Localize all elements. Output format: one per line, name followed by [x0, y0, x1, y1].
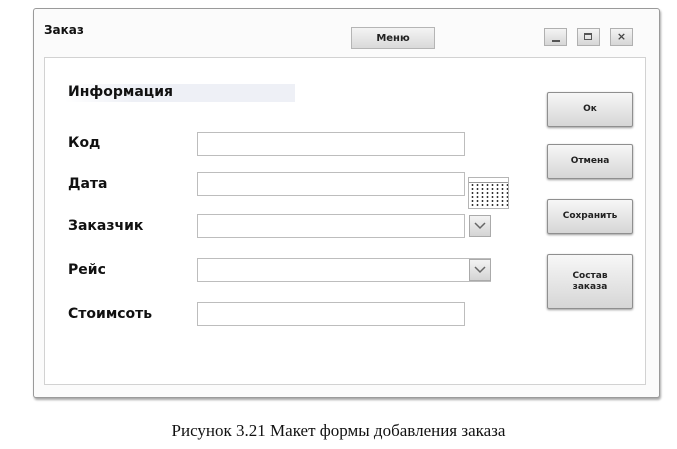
window-title: Заказ [44, 23, 84, 37]
form-panel: Информация Код Дата Заказчик Рейс Стоимс… [44, 57, 646, 385]
code-label: Код [68, 135, 101, 151]
close-button[interactable]: × [610, 28, 633, 46]
title-bar: Заказ Меню × [34, 9, 659, 57]
cancel-button[interactable]: Отмена [547, 144, 633, 179]
date-label: Дата [68, 176, 108, 192]
maximize-button[interactable] [577, 28, 600, 46]
section-title: Информация [68, 84, 173, 100]
cost-field[interactable] [197, 302, 465, 326]
customer-dropdown-button[interactable] [469, 215, 491, 237]
order-contents-button[interactable]: Состав заказа [547, 254, 633, 309]
order-contents-label-2: заказа [572, 281, 608, 292]
minimize-button[interactable] [544, 28, 567, 46]
flight-label: Рейс [68, 262, 106, 278]
code-field[interactable] [197, 132, 465, 156]
chevron-down-icon [474, 222, 486, 230]
ok-button[interactable]: Ок [547, 92, 633, 127]
maximize-icon [584, 33, 592, 40]
close-icon: × [616, 30, 627, 43]
customer-label: Заказчик [68, 218, 144, 234]
cost-label: Стоимсоть [68, 306, 153, 322]
chevron-down-icon [474, 266, 486, 274]
order-contents-label-1: Состав [572, 270, 608, 281]
date-field[interactable] [197, 172, 465, 196]
calendar-icon[interactable] [468, 177, 509, 209]
menu-button[interactable]: Меню [351, 27, 435, 49]
save-button[interactable]: Сохранить [547, 199, 633, 234]
minimize-icon [552, 40, 560, 42]
order-window: Заказ Меню × Информация Код Дата Заказчи… [33, 8, 660, 398]
flight-dropdown-button[interactable] [469, 259, 491, 281]
customer-combo[interactable] [197, 214, 465, 238]
flight-combo[interactable] [197, 258, 491, 282]
figure-caption: Рисунок 3.21 Макет формы добавления зака… [171, 421, 506, 440]
section-header: Информация [65, 84, 295, 102]
